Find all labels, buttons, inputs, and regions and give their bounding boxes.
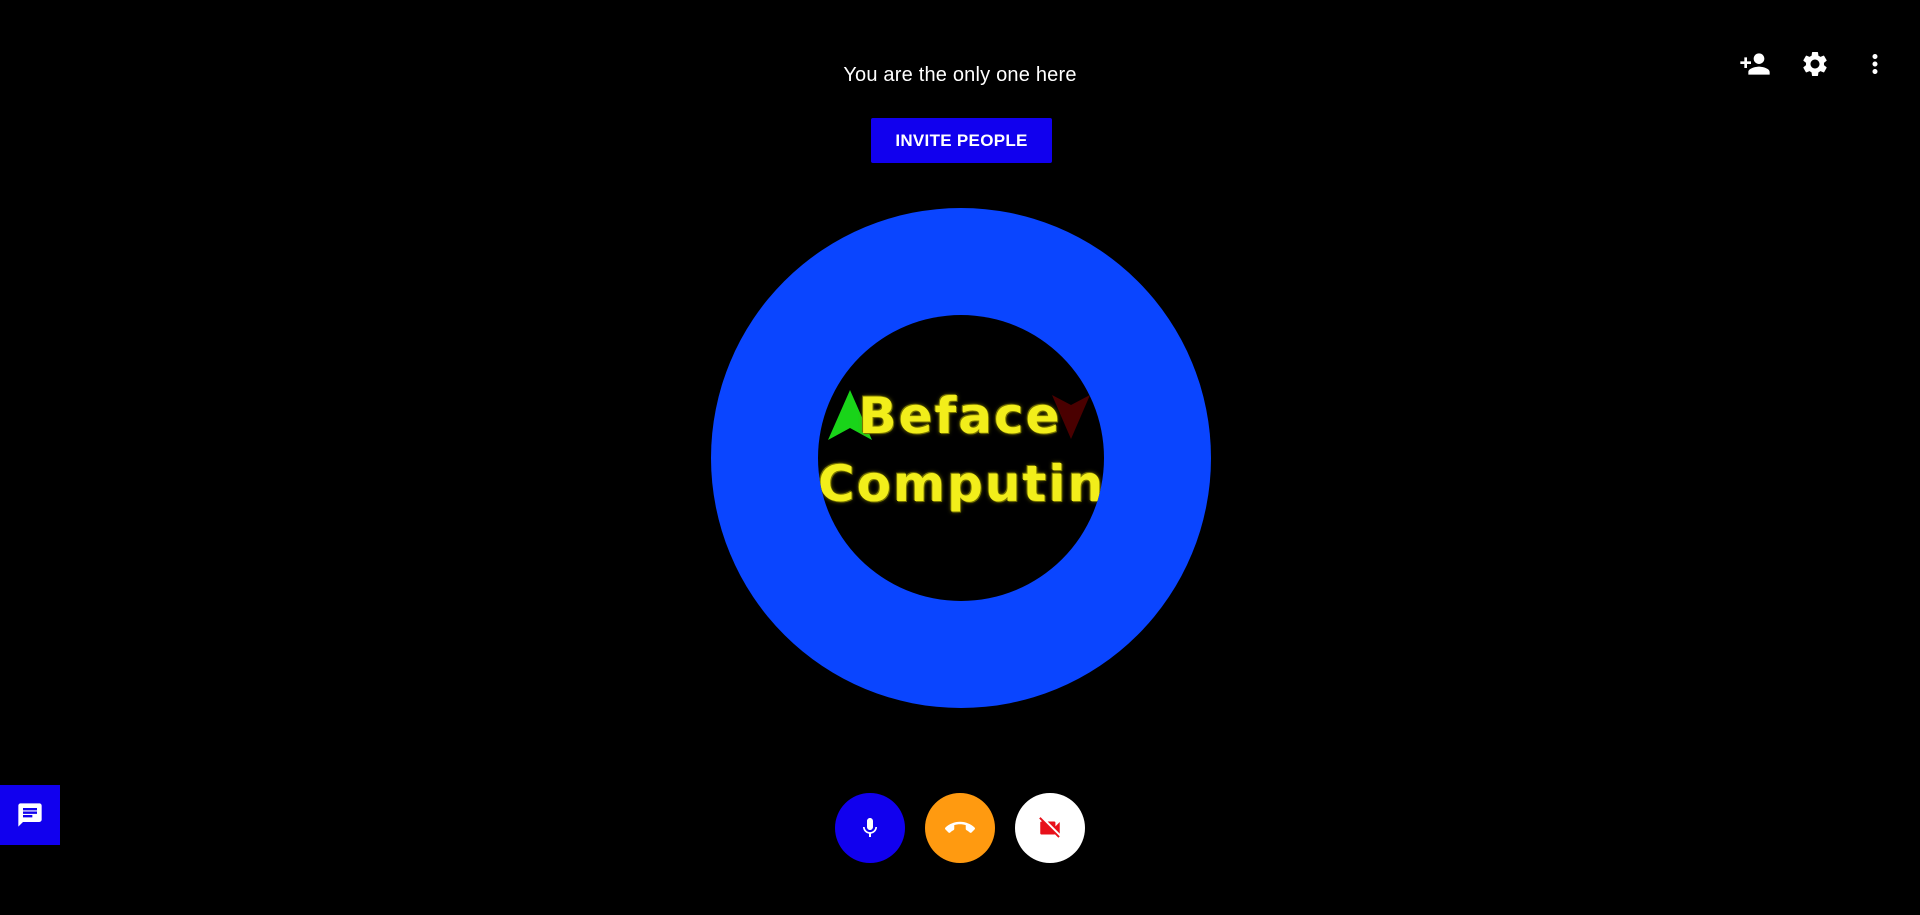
company-logo: Beface Computing	[818, 315, 1104, 601]
status-message: You are the only one here	[843, 64, 1077, 86]
gear-icon[interactable]	[1795, 44, 1835, 84]
video-toggle-button[interactable]	[1015, 793, 1085, 863]
add-person-icon[interactable]	[1735, 44, 1775, 84]
top-actions-bar	[1720, 44, 1920, 84]
logo-text-line-1: Beface	[858, 387, 1062, 445]
participant-avatar: Beface Computing	[711, 208, 1211, 708]
hangup-button[interactable]	[925, 793, 995, 863]
mic-button[interactable]	[835, 793, 905, 863]
call-screen: You are the only one here INVITE PEOPLE …	[0, 0, 1920, 915]
mic-icon	[863, 818, 877, 837]
video-off-icon	[1039, 817, 1060, 838]
logo-text-line-2: Computing	[818, 455, 1104, 513]
more-vert-icon[interactable]	[1855, 44, 1895, 84]
invite-people-button[interactable]: INVITE PEOPLE	[871, 118, 1052, 163]
call-controls	[0, 793, 1920, 863]
hangup-icon	[945, 821, 975, 833]
